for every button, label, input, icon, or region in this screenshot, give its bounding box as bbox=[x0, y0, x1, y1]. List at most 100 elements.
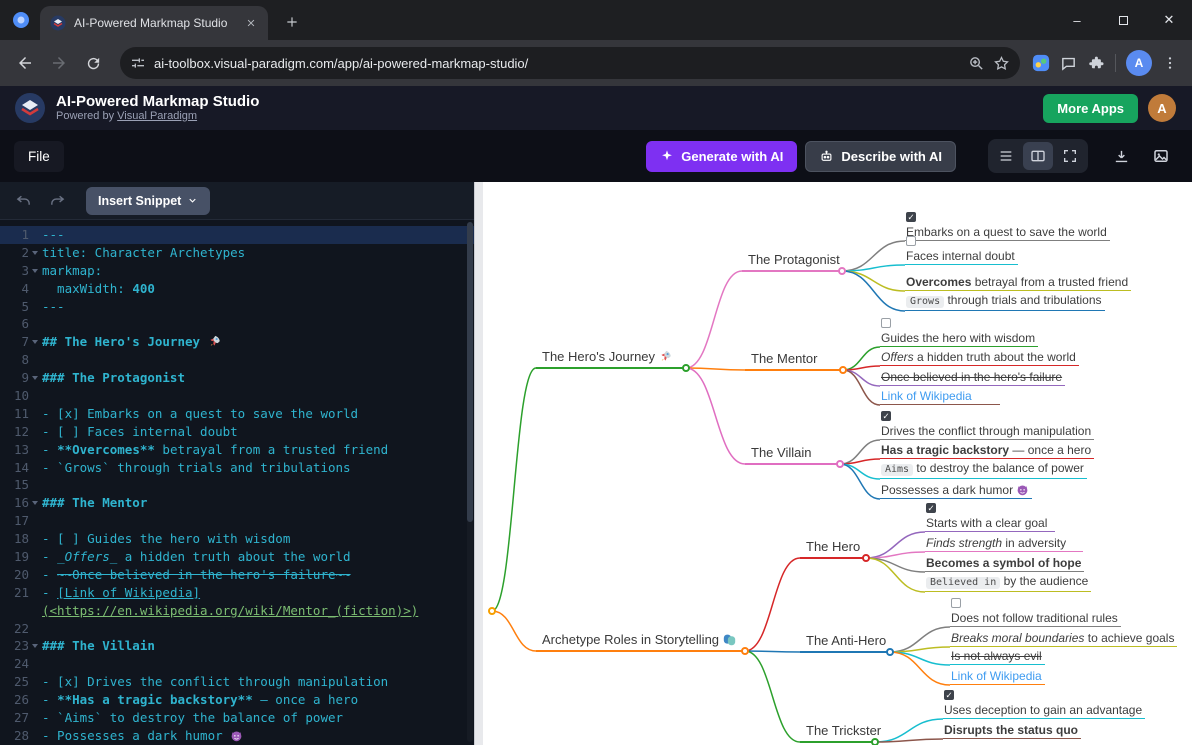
minimize-button[interactable]: – bbox=[1054, 0, 1100, 40]
markdown-editor[interactable]: Insert Snippet 1---2title: Character Arc… bbox=[0, 182, 474, 745]
editor-line[interactable]: 7## The Hero's Journey bbox=[0, 333, 474, 351]
editor-line[interactable]: 9### The Protagonist bbox=[0, 369, 474, 387]
editor-line[interactable]: 23### The Villain bbox=[0, 637, 474, 655]
editor-line[interactable]: 15 bbox=[0, 476, 474, 494]
map-node-label[interactable]: The Mentor bbox=[749, 351, 819, 369]
map-node-line bbox=[536, 650, 745, 652]
generate-with-ai-button[interactable]: Generate with AI bbox=[646, 141, 797, 172]
fold-chevron-icon[interactable] bbox=[29, 644, 40, 648]
url-text[interactable]: ai-toolbox.visual-paradigm.com/app/ai-po… bbox=[154, 56, 960, 71]
fold-chevron-icon[interactable] bbox=[29, 340, 40, 344]
editor-line[interactable]: 24 bbox=[0, 655, 474, 673]
map-node-circle[interactable] bbox=[838, 267, 846, 275]
map-node-circle[interactable] bbox=[839, 366, 847, 374]
fold-chevron-icon[interactable] bbox=[29, 376, 40, 380]
fold-chevron-icon[interactable] bbox=[29, 269, 40, 273]
editor-line[interactable]: 10 bbox=[0, 387, 474, 405]
editor-line[interactable]: 1--- bbox=[0, 226, 474, 244]
extensions-puzzle-icon[interactable] bbox=[1087, 54, 1105, 72]
editor-line[interactable]: 20- ~~Once believed in the hero's failur… bbox=[0, 566, 474, 584]
editor-line[interactable]: 17 bbox=[0, 512, 474, 530]
map-panel[interactable]: The Hero's JourneyThe Protagonist✓Embark… bbox=[483, 182, 1192, 745]
visual-paradigm-link[interactable]: Visual Paradigm bbox=[117, 110, 197, 122]
editor-line[interactable]: 14- `Grows` through trials and tribulati… bbox=[0, 459, 474, 477]
tab-favicon-icon bbox=[50, 15, 66, 31]
map-node-circle[interactable] bbox=[741, 647, 749, 655]
undo-icon[interactable] bbox=[10, 189, 36, 213]
map-node-circle[interactable] bbox=[836, 460, 844, 468]
fold-chevron-icon[interactable] bbox=[29, 501, 40, 505]
more-apps-button[interactable]: More Apps bbox=[1043, 94, 1138, 123]
back-icon[interactable] bbox=[10, 48, 40, 78]
insert-snippet-button[interactable]: Insert Snippet bbox=[86, 187, 210, 215]
map-node-label[interactable]: The Anti-Hero bbox=[804, 633, 888, 651]
close-button[interactable]: ✕ bbox=[1146, 0, 1192, 40]
editor-line[interactable]: 16### The Mentor bbox=[0, 494, 474, 512]
tab-close-icon[interactable] bbox=[242, 14, 260, 32]
rocket-emoji-icon bbox=[208, 334, 221, 349]
file-menu-button[interactable]: File bbox=[14, 141, 64, 172]
zoom-icon[interactable] bbox=[968, 55, 985, 72]
app-profile-avatar[interactable]: A bbox=[1148, 94, 1176, 122]
forward-icon[interactable] bbox=[44, 48, 74, 78]
maximize-button[interactable] bbox=[1100, 0, 1146, 40]
map-node-label[interactable]: The Villain bbox=[749, 445, 813, 463]
fold-chevron-icon[interactable] bbox=[29, 251, 40, 255]
line-number: 13 bbox=[0, 441, 40, 459]
site-settings-icon[interactable] bbox=[130, 55, 146, 71]
map-node-label[interactable]: The Hero bbox=[804, 539, 862, 557]
export-image-button[interactable] bbox=[1146, 142, 1176, 170]
browser-profile-avatar[interactable]: A bbox=[1126, 50, 1152, 76]
map-node-label[interactable]: Archetype Roles in Storytelling bbox=[540, 632, 738, 650]
map-node-label[interactable]: The Protagonist bbox=[746, 252, 842, 270]
redo-icon[interactable] bbox=[44, 189, 70, 213]
editor-lines[interactable]: 1---2title: Character Archetypes3markmap… bbox=[0, 220, 474, 745]
editor-line[interactable]: 18- [ ] Guides the hero with wisdom bbox=[0, 530, 474, 548]
editor-line[interactable]: 11- [x] Embarks on a quest to save the w… bbox=[0, 405, 474, 423]
map-node-circle[interactable] bbox=[862, 554, 870, 562]
map-node-circle[interactable] bbox=[871, 738, 879, 745]
editor-line[interactable]: 22 bbox=[0, 620, 474, 638]
describe-with-ai-button[interactable]: Describe with AI bbox=[805, 141, 956, 172]
extension-icon[interactable] bbox=[1032, 54, 1050, 72]
kebab-menu-icon[interactable] bbox=[1162, 55, 1178, 71]
editor-line[interactable]: 12- [ ] Faces internal doubt bbox=[0, 423, 474, 441]
map-node-label[interactable]: The Hero's Journey bbox=[540, 349, 674, 367]
editor-line[interactable]: 27- `Aims` to destroy the balance of pow… bbox=[0, 709, 474, 727]
editor-line[interactable]: 21- [Link of Wikipedia] bbox=[0, 584, 474, 602]
editor-line[interactable]: 13- **Overcomes** betrayal from a truste… bbox=[0, 441, 474, 459]
editor-line[interactable]: (<https://en.wikipedia.org/wiki/Mentor_(… bbox=[0, 602, 474, 620]
map-node-line bbox=[742, 270, 842, 272]
editor-line[interactable]: 3markmap: bbox=[0, 262, 474, 280]
map-node-circle[interactable] bbox=[682, 364, 690, 372]
editor-line[interactable]: 8 bbox=[0, 351, 474, 369]
wikipedia-link[interactable]: Link of Wikipedia bbox=[951, 669, 1042, 683]
map-leaf: Possesses a dark humor bbox=[880, 483, 1032, 499]
editor-line[interactable]: 4 maxWidth: 400 bbox=[0, 280, 474, 298]
map-link bbox=[745, 651, 800, 652]
address-bar[interactable]: ai-toolbox.visual-paradigm.com/app/ai-po… bbox=[120, 47, 1020, 79]
editor-line[interactable]: 25- [x] Drives the conflict through mani… bbox=[0, 673, 474, 691]
wikipedia-link[interactable]: Link of Wikipedia bbox=[881, 389, 972, 403]
panel-splitter[interactable] bbox=[474, 182, 483, 745]
editor-line[interactable]: 26- **Has a tragic backstory** — once a … bbox=[0, 691, 474, 709]
browser-tab[interactable]: AI-Powered Markmap Studio bbox=[40, 6, 268, 40]
map-node-circle[interactable] bbox=[886, 648, 894, 656]
editor-scrollbar[interactable] bbox=[467, 222, 473, 742]
editor-line[interactable]: 6 bbox=[0, 315, 474, 333]
editor-line[interactable]: 5--- bbox=[0, 298, 474, 316]
reload-icon[interactable] bbox=[78, 48, 108, 78]
map-leaf: Finds strength in adversity bbox=[925, 536, 1083, 552]
view-editor-button[interactable] bbox=[991, 142, 1021, 170]
editor-line[interactable]: 2title: Character Archetypes bbox=[0, 244, 474, 262]
line-number: 11 bbox=[0, 405, 40, 423]
view-fullscreen-button[interactable] bbox=[1055, 142, 1085, 170]
new-tab-button[interactable] bbox=[278, 8, 306, 36]
editor-line[interactable]: 28- Possesses a dark humor bbox=[0, 727, 474, 745]
comment-icon[interactable] bbox=[1060, 55, 1077, 72]
download-button[interactable] bbox=[1106, 142, 1136, 170]
map-node-circle[interactable] bbox=[488, 607, 496, 615]
bookmark-star-icon[interactable] bbox=[993, 55, 1010, 72]
editor-line[interactable]: 19- _Offers_ a hidden truth about the wo… bbox=[0, 548, 474, 566]
view-split-button[interactable] bbox=[1023, 142, 1053, 170]
